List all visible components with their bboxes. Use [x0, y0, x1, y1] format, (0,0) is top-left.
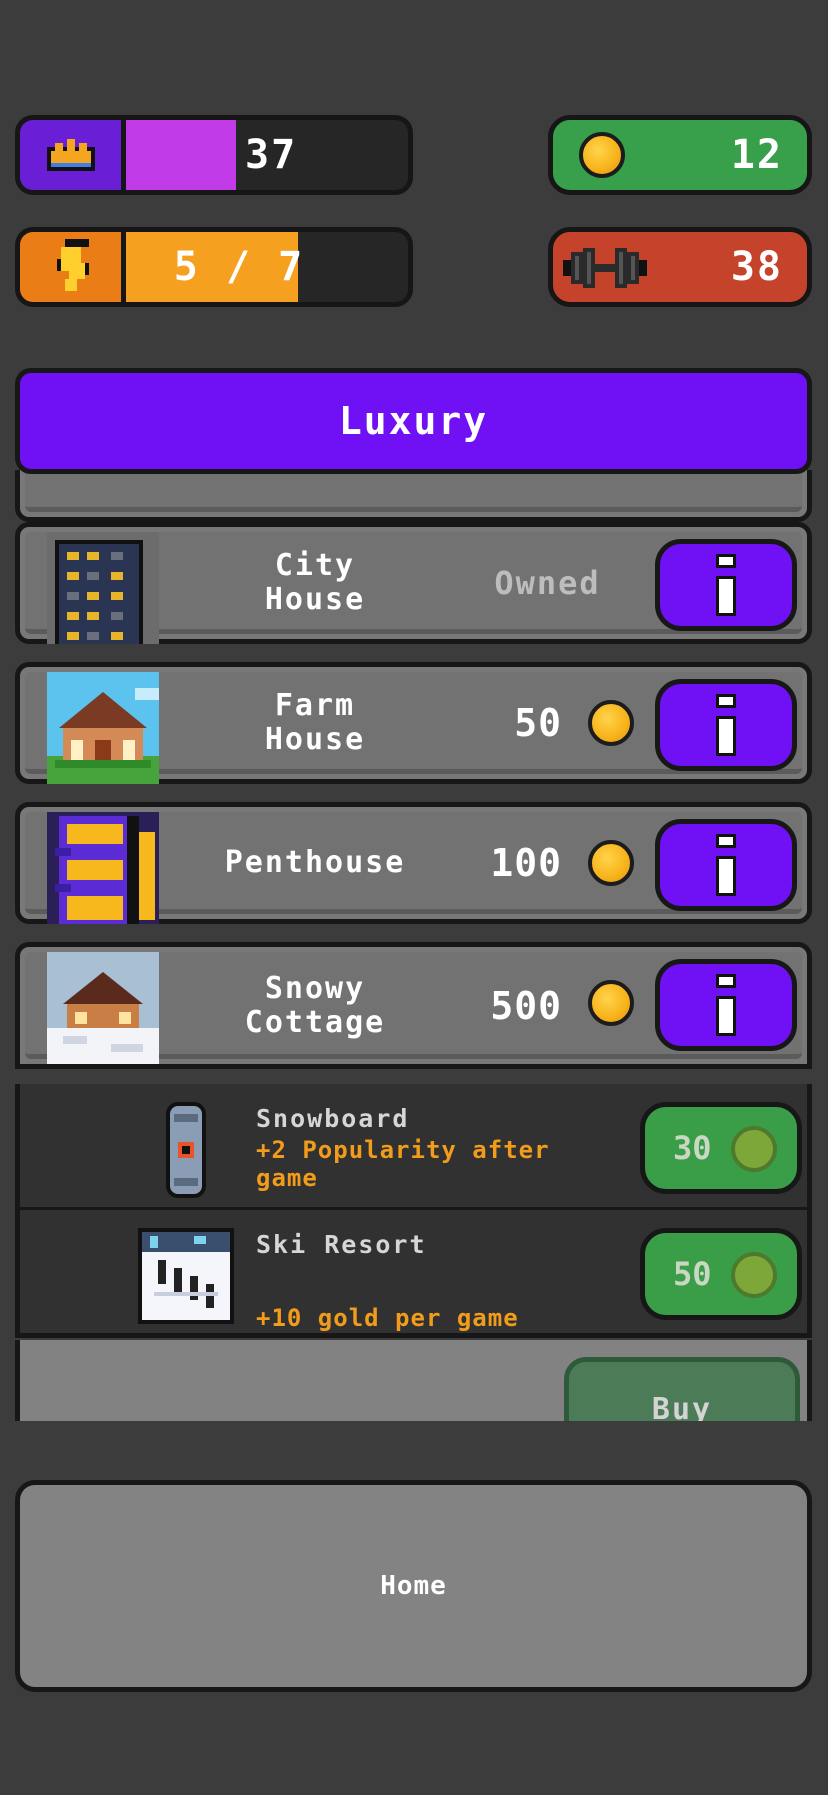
info-icon: [716, 694, 736, 756]
info-icon: [716, 554, 736, 616]
owned-label: Owned: [494, 564, 601, 602]
coin-icon: [588, 980, 634, 1026]
item-row-ski-resort[interactable]: Ski Resort +10 gold per game 50: [15, 1210, 812, 1338]
info-button[interactable]: [655, 959, 797, 1051]
item-description: +10 gold per game: [256, 1304, 519, 1332]
house-row-hidden: [15, 470, 812, 522]
item-row-snowboard[interactable]: Snowboard +2 Popularity after game 30: [15, 1084, 812, 1212]
info-button[interactable]: [655, 819, 797, 911]
strength-value: 38: [730, 244, 783, 290]
item-name: Ski Resort: [256, 1230, 427, 1259]
buy-row: Buy: [15, 1340, 812, 1421]
house-row-penthouse[interactable]: Penthouse 100: [15, 802, 812, 924]
info-icon: [716, 834, 736, 896]
coin-icon: [731, 1252, 777, 1298]
item-price: 30: [673, 1129, 712, 1167]
popularity-fill: [126, 120, 236, 190]
gold-value: 12: [730, 132, 783, 178]
house-price: 500: [490, 983, 562, 1028]
item-price: 50: [673, 1255, 712, 1293]
home-button[interactable]: Home: [15, 1480, 812, 1692]
popularity-value: 37: [245, 132, 298, 178]
house-row-snowy-cottage[interactable]: Snowy Cottage 500: [15, 942, 812, 1069]
item-price-button[interactable]: 50: [640, 1228, 802, 1320]
item-price-button[interactable]: 30: [640, 1102, 802, 1194]
house-name: Farm House: [264, 688, 366, 757]
strength-counter: 38: [548, 227, 812, 307]
energy-bar: 5 / 7: [15, 227, 413, 307]
coin-icon: [579, 132, 625, 178]
crown-icon: [20, 120, 126, 190]
house-list[interactable]: City House Owned Farm House 50 Penthouse…: [15, 470, 812, 1421]
coin-icon: [588, 840, 634, 886]
gold-counter: 12: [548, 115, 812, 195]
house-name: City House: [264, 548, 366, 617]
ski-resort-icon: [138, 1228, 234, 1328]
coin-icon: [731, 1126, 777, 1172]
house-row-city-house[interactable]: City House Owned: [15, 522, 812, 644]
house-name: Snowy Cottage: [244, 970, 386, 1040]
penthouse-icon: [47, 812, 159, 924]
popularity-bar: 37: [15, 115, 413, 195]
energy-value: 5 / 7: [173, 244, 305, 290]
city-house-icon: [47, 532, 159, 644]
info-button[interactable]: [655, 539, 797, 631]
farm-house-icon: [47, 672, 159, 784]
house-name: Penthouse: [224, 845, 406, 880]
coin-icon: [588, 700, 634, 746]
buy-button[interactable]: Buy: [564, 1357, 800, 1421]
category-header[interactable]: Luxury: [15, 368, 812, 474]
item-description: +2 Popularity after game: [256, 1136, 550, 1192]
info-button[interactable]: [655, 679, 797, 771]
house-price: 50: [514, 701, 562, 745]
house-row-farm-house[interactable]: Farm House 50: [15, 662, 812, 784]
house-price: 100: [490, 841, 562, 885]
snowboard-icon: [158, 1102, 214, 1202]
dumbbell-icon: [563, 244, 647, 296]
info-icon: [716, 974, 736, 1036]
item-name: Snowboard: [256, 1104, 410, 1133]
snowy-cottage-icon: [47, 952, 159, 1064]
